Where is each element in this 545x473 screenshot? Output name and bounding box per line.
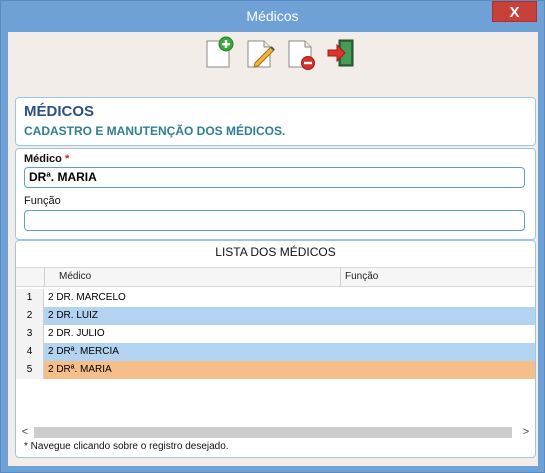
toolbar bbox=[8, 32, 538, 92]
required-mark: * bbox=[64, 153, 70, 165]
scroll-left-icon[interactable]: < bbox=[18, 425, 32, 439]
grid-header: Médico Função bbox=[16, 267, 535, 287]
table-row[interactable]: 4 2 DRª. MERCIA bbox=[16, 343, 535, 361]
new-document-icon bbox=[206, 36, 234, 68]
row-number: 2 bbox=[16, 307, 44, 325]
title-bar: Médicos X bbox=[1, 1, 544, 31]
doctors-grid: Médico Função 1 2 DR. MARCELO 2 2 DR. LU… bbox=[16, 267, 535, 437]
exit-icon bbox=[327, 39, 354, 67]
delete-document-icon bbox=[288, 40, 315, 70]
row-number: 3 bbox=[16, 325, 44, 343]
navigation-hint: * Navegue clicando sobre o registro dese… bbox=[24, 441, 229, 452]
row-number: 5 bbox=[16, 361, 44, 379]
list-title: LISTA DOS MÉDICOS bbox=[215, 245, 336, 259]
column-header-funcao[interactable]: Função bbox=[345, 271, 378, 282]
medico-label-wrap: Médico * bbox=[24, 153, 69, 165]
scroll-right-icon[interactable]: > bbox=[519, 425, 533, 439]
page-subtitle: CADASTRO E MANUTENÇÃO DOS MÉDICOS. bbox=[24, 124, 286, 138]
exit-button[interactable] bbox=[326, 36, 358, 70]
row-medico: 2 DR. JULIO bbox=[48, 328, 105, 339]
new-record-button[interactable] bbox=[204, 36, 236, 70]
client-area: MÉDICOS CADASTRO E MANUTENÇÃO DOS MÉDICO… bbox=[8, 32, 538, 466]
header-panel: MÉDICOS CADASTRO E MANUTENÇÃO DOS MÉDICO… bbox=[15, 97, 536, 146]
table-row-selected[interactable]: 5 2 DRª. MARIA bbox=[16, 361, 535, 379]
column-header-medico[interactable]: Médico bbox=[59, 271, 91, 282]
column-separator bbox=[44, 268, 45, 287]
close-button[interactable]: X bbox=[492, 1, 537, 22]
scroll-thumb[interactable] bbox=[34, 427, 512, 438]
edit-record-button[interactable] bbox=[245, 36, 277, 70]
table-row[interactable]: 2 2 DR. LUIZ bbox=[16, 307, 535, 325]
row-number: 4 bbox=[16, 343, 44, 361]
form-panel: Médico * DRª. MARIA Função bbox=[15, 148, 536, 240]
medico-field[interactable]: DRª. MARIA bbox=[24, 167, 525, 188]
row-medico: 2 DRª. MERCIA bbox=[48, 346, 119, 357]
horizontal-scrollbar[interactable]: < > bbox=[16, 425, 535, 439]
delete-record-button[interactable] bbox=[286, 36, 318, 70]
list-panel: LISTA DOS MÉDICOS Médico Função 1 2 DR. … bbox=[15, 240, 536, 458]
row-medico: 2 DRª. MARIA bbox=[48, 364, 112, 375]
medico-label: Médico bbox=[24, 153, 62, 165]
funcao-field[interactable] bbox=[24, 210, 525, 231]
row-number: 1 bbox=[16, 289, 44, 307]
row-medico: 2 DR. MARCELO bbox=[48, 292, 126, 303]
medicos-window: Médicos X MÉDICOS CADASTRO E MANUTENÇÃO … bbox=[0, 0, 545, 473]
table-row[interactable]: 3 2 DR. JULIO bbox=[16, 325, 535, 343]
funcao-label: Função bbox=[24, 195, 61, 207]
table-row[interactable]: 1 2 DR. MARCELO bbox=[16, 289, 535, 307]
page-title: MÉDICOS bbox=[24, 103, 95, 120]
window-title: Médicos bbox=[246, 8, 299, 24]
row-medico: 2 DR. LUIZ bbox=[48, 310, 99, 321]
column-separator bbox=[340, 268, 341, 287]
edit-document-icon bbox=[247, 40, 275, 68]
